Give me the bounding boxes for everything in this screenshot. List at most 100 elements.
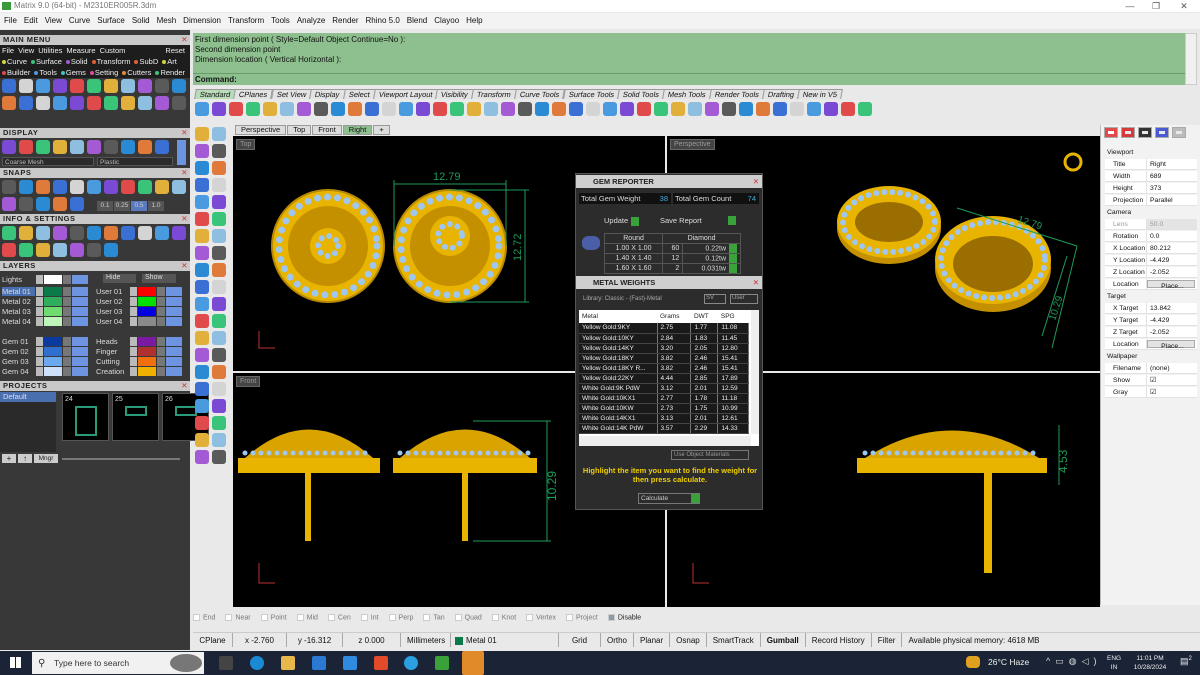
close-icon[interactable]: ✕ <box>753 175 759 188</box>
hide-button[interactable]: Hide <box>103 274 136 283</box>
main-menu-item[interactable]: View <box>18 45 34 56</box>
main-menu-category[interactable]: Setting <box>89 67 118 78</box>
layer-expand-icon[interactable] <box>36 274 43 284</box>
record-history-toggle[interactable]: Record History <box>806 633 872 647</box>
toolbar-tool-icon[interactable] <box>756 102 770 116</box>
layer-name[interactable]: Gem 01 <box>2 337 35 346</box>
toolbar-tool-icon[interactable] <box>280 102 294 116</box>
property-value[interactable]: ☑ <box>1147 375 1197 385</box>
layer-expand-icon[interactable] <box>130 296 137 306</box>
layer-name[interactable]: Gem 03 <box>2 357 35 366</box>
display-mode-icon[interactable] <box>53 140 67 154</box>
osnap-project[interactable]: Project <box>566 614 598 622</box>
checkbox[interactable] <box>607 614 615 622</box>
toolbar-tool-icon[interactable] <box>603 102 617 116</box>
vertical-tool-icon[interactable] <box>212 416 226 430</box>
checkbox[interactable] <box>491 614 499 622</box>
layer-expand-icon[interactable] <box>36 336 43 346</box>
checkbox[interactable] <box>225 614 233 622</box>
viewport-tab[interactable]: Top <box>287 125 312 135</box>
layer-expand-icon[interactable] <box>36 366 43 376</box>
vertical-tool-icon[interactable] <box>195 229 209 243</box>
menu-render[interactable]: Render <box>332 13 358 29</box>
osnap-mid[interactable]: Mid <box>296 614 318 622</box>
layer-color-swatch[interactable] <box>44 356 62 366</box>
layer-name[interactable]: Metal 04 <box>2 317 35 326</box>
toolbar-tab[interactable]: New in V5 <box>797 89 844 99</box>
reset-button[interactable]: Reset <box>165 45 185 56</box>
menu-analyze[interactable]: Analyze <box>297 13 325 29</box>
toolbar-tool-icon[interactable] <box>348 102 362 116</box>
vertical-tool-icon[interactable] <box>195 178 209 192</box>
cplane-indicator[interactable]: CPlane <box>193 633 233 647</box>
toolbar-tool-icon[interactable] <box>382 102 396 116</box>
layer-row[interactable]: Metal 03 <box>2 306 88 316</box>
menu-file[interactable]: File <box>4 13 17 29</box>
viewport-tab[interactable]: Perspective <box>235 125 287 135</box>
toolbar-tool-icon[interactable] <box>433 102 447 116</box>
vertical-tool-icon[interactable] <box>212 433 226 447</box>
ortho-toggle[interactable]: Ortho <box>601 633 635 647</box>
vertical-tool-icon[interactable] <box>212 280 226 294</box>
metal-row[interactable]: White Gold:14K PdW 3.57 2.29 14.33 <box>579 423 749 434</box>
osnap-disable[interactable]: Disable <box>607 614 641 622</box>
units-indicator[interactable]: Millimeters <box>401 633 451 647</box>
layer-expand-icon[interactable] <box>130 316 137 326</box>
viewport-tab[interactable]: Front <box>312 125 342 135</box>
layer-expand-icon[interactable] <box>130 346 137 356</box>
layer-color-swatch[interactable] <box>138 336 156 346</box>
lock-icon[interactable] <box>63 346 71 356</box>
main-menu-tool-icon[interactable] <box>121 96 135 110</box>
toolbar-tool-icon[interactable] <box>824 102 838 116</box>
layer-color-swatch[interactable] <box>44 274 62 284</box>
toolbar-tab[interactable]: CPlanes <box>233 89 274 99</box>
user-toggle[interactable]: User <box>730 294 758 304</box>
main-menu-category[interactable]: Builder <box>2 67 30 78</box>
lock-icon[interactable] <box>63 274 71 284</box>
toolbar-tool-icon[interactable] <box>858 102 872 116</box>
main-menu-category[interactable]: Curve <box>2 56 27 67</box>
info-setting-icon[interactable] <box>53 243 67 257</box>
layer-expand-icon[interactable] <box>36 296 43 306</box>
metal-row[interactable]: White Gold:9K PdW 3.12 2.01 12.59 <box>579 383 749 394</box>
thumbnail-size-slider[interactable] <box>62 458 180 460</box>
layer-row[interactable]: Heads <box>96 336 182 346</box>
layer-name[interactable]: Creation <box>96 367 129 376</box>
lock-icon[interactable] <box>157 356 165 366</box>
notification-icon[interactable]: ▤2 <box>1180 656 1192 667</box>
toolbar-tool-icon[interactable] <box>467 102 481 116</box>
menu-dimension[interactable]: Dimension <box>183 13 221 29</box>
vertical-tool-icon[interactable] <box>195 212 209 226</box>
toolbar-tab[interactable]: Transform <box>471 89 518 99</box>
main-menu-tool-icon[interactable] <box>138 79 152 93</box>
vertical-tool-icon[interactable] <box>212 161 226 175</box>
layer-name[interactable]: Heads <box>96 337 129 346</box>
main-menu-item[interactable]: Measure <box>66 45 95 56</box>
toolbar-tab[interactable]: Viewport Layout <box>372 89 439 99</box>
clock[interactable]: 11:01 PM 10/28/2024 <box>1128 654 1172 672</box>
menu-tools[interactable]: Tools <box>271 13 290 29</box>
toolbar-tab[interactable]: Curve Tools <box>514 89 566 99</box>
lock-icon[interactable] <box>63 286 71 296</box>
toolbar-tool-icon[interactable] <box>518 102 532 116</box>
main-menu-tool-icon[interactable] <box>2 96 16 110</box>
metal-row[interactable]: Yellow Gold:14KY 3.20 2.05 12.80 <box>579 343 749 354</box>
viewport-label-perspective[interactable]: Perspective <box>670 139 715 150</box>
toolbar-tool-icon[interactable] <box>263 102 277 116</box>
menu-surface[interactable]: Surface <box>97 13 125 29</box>
main-menu-tool-icon[interactable] <box>70 79 84 93</box>
metal-row[interactable]: White Gold:10KX1 2.77 1.78 11.18 <box>579 393 749 404</box>
main-menu-tool-icon[interactable] <box>104 96 118 110</box>
layer-row[interactable]: Gem 03 <box>2 356 88 366</box>
layer-name[interactable]: Gem 04 <box>2 367 35 376</box>
lock-icon[interactable] <box>157 336 165 346</box>
toolbar-tab[interactable]: Solid Tools <box>617 89 666 99</box>
layer-visibility-toggle[interactable] <box>72 336 88 346</box>
vertical-tool-icon[interactable] <box>212 365 226 379</box>
gem-row[interactable]: 1.00 X 1.00 60 0.22tw <box>603 243 741 254</box>
layer-name[interactable]: Metal 02 <box>2 297 35 306</box>
up-project-button[interactable]: ↑ <box>18 454 32 463</box>
lock-icon[interactable] <box>63 336 71 346</box>
toolbar-tab[interactable]: Select <box>342 89 376 99</box>
menu-help[interactable]: Help <box>466 13 482 29</box>
